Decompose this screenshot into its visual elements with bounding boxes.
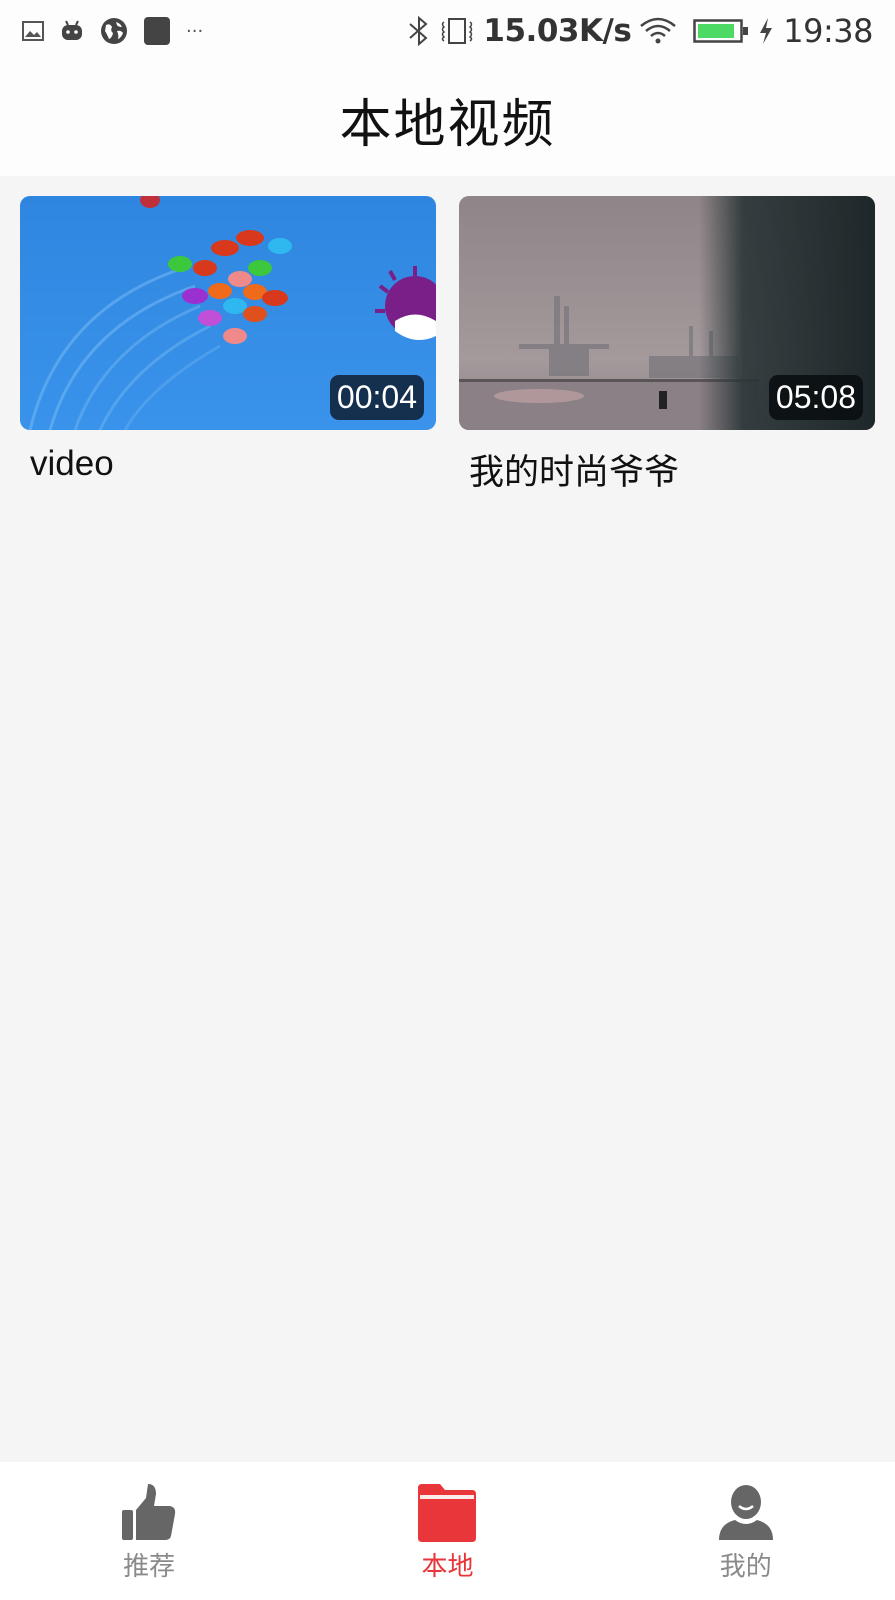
network-speed: 15.03K/s [483,13,632,49]
video-grid: 00:04 video 05:08 我的时尚爷爷 [0,176,895,495]
wifi-icon [640,17,677,44]
bluetooth-icon [409,16,428,46]
video-duration: 05:08 [768,375,863,420]
bottom-tab-bar: 推荐 本地 我的 [0,1462,895,1600]
user-icon [718,1485,773,1540]
folder-icon [418,1484,477,1542]
battery-icon [693,19,749,43]
status-bar-left: ··· [22,17,219,45]
thumbs-up-icon [122,1484,176,1540]
image-icon [22,21,44,41]
status-bar: ··· 15.03K/s 19:38 [0,0,895,62]
video-title[interactable]: video [20,444,436,484]
video-card[interactable]: 05:08 我的时尚爷爷 [459,196,875,495]
charging-icon [760,18,773,44]
video-thumbnail[interactable]: 05:08 [459,196,875,430]
tab-label: 我的 [719,1552,772,1582]
header: 本地视频 [0,62,895,176]
video-title[interactable]: 我的时尚爷爷 [459,444,875,495]
video-duration: 00:04 [329,375,424,420]
video-list: 00:04 video 05:08 我的时尚爷爷 [0,176,895,1462]
vibrate-icon [442,18,473,44]
tab-recommend[interactable]: 推荐 [0,1462,298,1583]
globe-icon [101,18,127,44]
tab-mine[interactable]: 我的 [597,1462,895,1583]
tab-local[interactable]: 本地 [298,1462,596,1583]
video-thumbnail[interactable]: 00:04 [20,196,436,430]
tab-label: 本地 [421,1552,474,1582]
tab-label: 推荐 [123,1552,176,1582]
status-bar-right: 15.03K/s 19:38 [399,12,873,50]
clock: 19:38 [783,12,873,50]
square-app-icon [144,17,170,45]
android-icon [62,20,82,40]
more-notifications-icon: ··· [186,20,204,42]
page-title: 本地视频 [339,94,556,155]
video-card[interactable]: 00:04 video [20,196,436,495]
